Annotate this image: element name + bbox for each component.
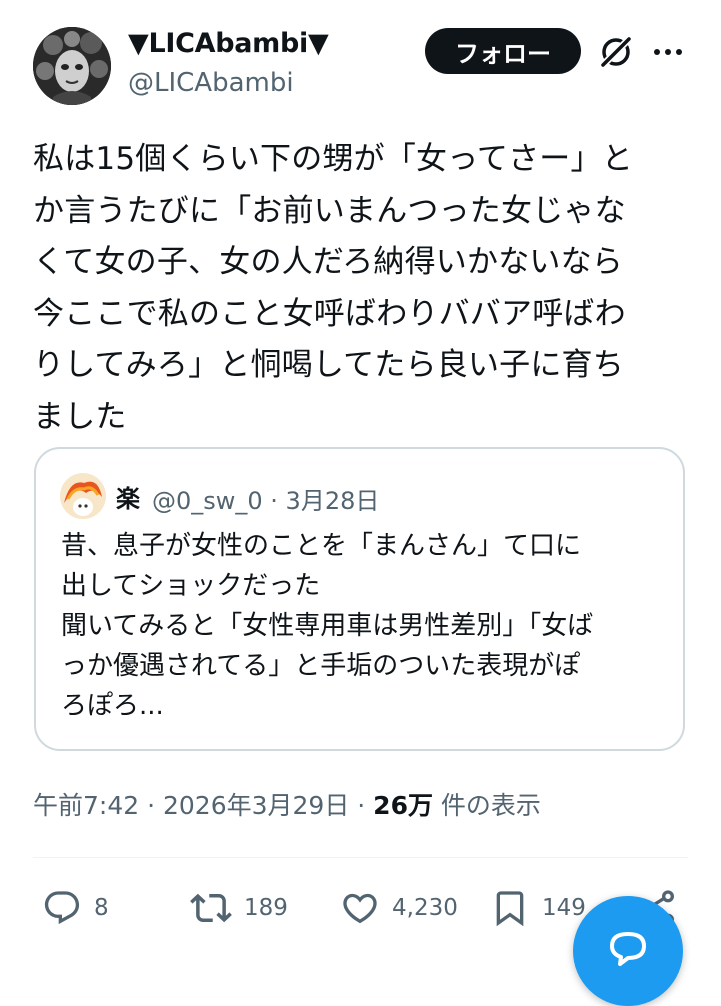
compose-icon xyxy=(610,932,646,966)
repost-icon xyxy=(190,893,232,923)
tweet-text: 私は15個くらい下の甥が「女ってさー」と か言うたびに「お前いまんつった女じゃな… xyxy=(33,141,633,435)
author-display-name[interactable]: ▼LICAbambi▼ xyxy=(128,28,329,59)
repost-count: 189 xyxy=(244,895,288,921)
like-button[interactable]: 4,230 xyxy=(340,886,458,930)
tweet-header: ▼LICAbambi▼ @LICAbambi フォロー xyxy=(0,0,721,120)
follow-button[interactable]: フォロー xyxy=(425,28,581,74)
author-avatar[interactable] xyxy=(33,27,111,105)
divider xyxy=(33,857,688,858)
reply-icon xyxy=(44,891,80,925)
grok-icon[interactable] xyxy=(596,32,636,72)
quote-tweet-card[interactable]: 楽 @0_sw_0 · 3月28日 昔、息子が女性のことを「まんさん」て口に 出… xyxy=(34,447,685,751)
reply-count: 8 xyxy=(94,895,109,921)
quote-author-avatar xyxy=(60,473,106,519)
bookmark-icon xyxy=(496,891,524,927)
reply-button[interactable]: 8 xyxy=(42,886,109,930)
bookmark-count: 149 xyxy=(542,895,586,921)
quote-author-name: 楽 xyxy=(116,485,140,513)
author-handle[interactable]: @LICAbambi xyxy=(128,68,294,98)
like-count: 4,230 xyxy=(392,895,458,921)
views-count: 26万 xyxy=(373,791,433,820)
tweet-meta: 午前7:42 · 2026年3月29日 · 26万 件の表示 xyxy=(33,786,541,822)
views-label: 件の表示 xyxy=(432,791,541,820)
repost-button[interactable]: 189 xyxy=(190,886,288,930)
heart-icon xyxy=(343,893,377,924)
quote-avatar-image xyxy=(60,473,106,519)
more-icon[interactable] xyxy=(650,34,686,70)
compose-button[interactable] xyxy=(573,896,683,1006)
quote-author-handle-date: @0_sw_0 · 3月28日 xyxy=(152,487,380,515)
tweet-timestamp[interactable]: 午前7:42 · 2026年3月29日 · xyxy=(33,791,373,820)
bookmark-button[interactable]: 149 xyxy=(490,886,586,930)
quote-text: 昔、息子が女性のことを「まんさん」て口に 出してショックだった 聞いてみると「女… xyxy=(61,531,594,721)
avatar-image xyxy=(33,27,111,105)
